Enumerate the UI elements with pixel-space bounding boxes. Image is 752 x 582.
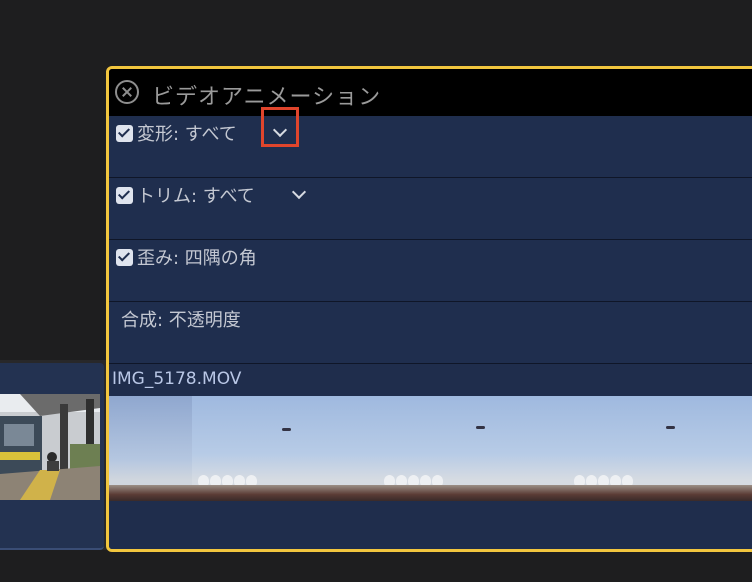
row-label-group: トリム: すべて	[116, 182, 255, 208]
close-icon[interactable]	[115, 80, 139, 104]
animation-row-compositing[interactable]: 合成: 不透明度	[109, 302, 752, 364]
trim-checkbox[interactable]	[116, 186, 133, 204]
compositing-label: 合成: 不透明度	[121, 310, 241, 331]
clip-frame	[109, 396, 192, 501]
video-clip[interactable]: IMG_5178.MOV	[109, 365, 752, 549]
animation-row-trim[interactable]: トリム: すべて	[109, 178, 752, 240]
filmstrip	[109, 396, 752, 501]
transform-checkbox[interactable]	[116, 124, 133, 142]
clip-frame	[382, 396, 572, 501]
previous-clip-thumbnail	[0, 394, 100, 500]
distort-label: 歪み: 四隅の角	[137, 248, 257, 269]
distort-checkbox[interactable]	[116, 248, 133, 266]
previous-clip[interactable]	[0, 363, 104, 550]
clip-frame	[192, 396, 382, 501]
video-animation-panel: ビデオアニメーション 変形: すべて トリム: すべて 歪み: 四隅の角 合成:…	[106, 66, 752, 552]
trim-label: トリム: すべて	[137, 186, 255, 207]
animation-row-distort[interactable]: 歪み: 四隅の角	[109, 240, 752, 302]
chevron-down-icon	[291, 184, 307, 200]
animation-row-transform[interactable]: 変形: すべて	[109, 116, 752, 178]
highlight-box	[261, 107, 299, 147]
transform-label: 変形: すべて	[137, 124, 237, 145]
row-label-group: 合成: 不透明度	[121, 306, 241, 332]
row-label-group: 歪み: 四隅の角	[116, 244, 257, 270]
row-label-group: 変形: すべて	[116, 120, 237, 146]
trim-menu-button[interactable]	[287, 183, 311, 207]
clip-name: IMG_5178.MOV	[112, 369, 242, 389]
clip-frame	[572, 396, 752, 501]
panel-header: ビデオアニメーション	[109, 69, 752, 116]
